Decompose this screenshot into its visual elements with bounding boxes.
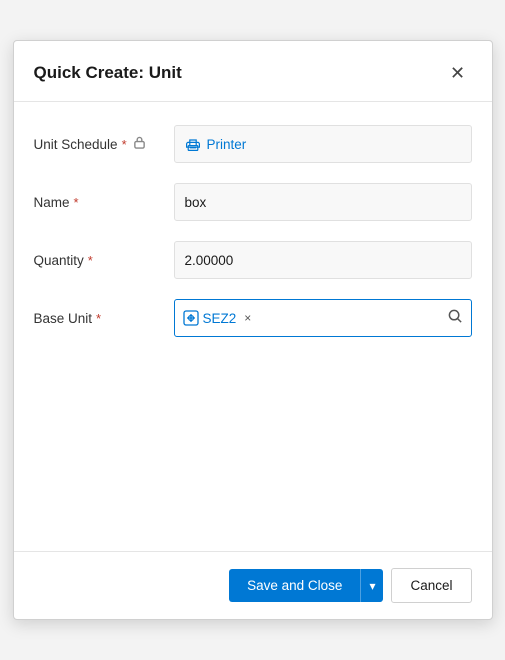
unit-schedule-label: Unit Schedule * <box>34 136 174 152</box>
close-button[interactable]: ✕ <box>444 59 472 87</box>
name-label: Name * <box>34 195 174 210</box>
close-icon: ✕ <box>450 63 465 84</box>
quantity-required: * <box>88 253 93 268</box>
dialog-footer: Save and Close ▾ Cancel <box>14 551 492 619</box>
name-required: * <box>74 195 79 210</box>
quantity-input[interactable] <box>185 253 461 268</box>
cancel-button[interactable]: Cancel <box>391 568 471 603</box>
dialog-body: Unit Schedule * Pri <box>14 102 492 551</box>
base-unit-remove-button[interactable]: × <box>244 311 251 325</box>
quantity-field[interactable] <box>174 241 472 279</box>
dialog-header: Quick Create: Unit ✕ <box>14 41 492 102</box>
save-dropdown-button[interactable]: ▾ <box>360 569 383 602</box>
base-unit-row: Base Unit * SEZ2 × <box>34 296 472 340</box>
unit-schedule-row: Unit Schedule * Pri <box>34 122 472 166</box>
lock-icon <box>133 136 146 152</box>
base-unit-value: SEZ2 <box>203 311 237 326</box>
name-field[interactable] <box>174 183 472 221</box>
quantity-row: Quantity * <box>34 238 472 282</box>
base-unit-label-text: Base Unit <box>34 311 93 326</box>
base-unit-search-icon[interactable] <box>448 309 463 327</box>
unit-schedule-field[interactable]: Printer <box>174 125 472 163</box>
name-row: Name * <box>34 180 472 224</box>
printer-icon <box>185 136 201 152</box>
quantity-label-text: Quantity <box>34 253 84 268</box>
base-unit-field[interactable]: SEZ2 × <box>174 299 472 337</box>
save-and-close-button[interactable]: Save and Close <box>229 569 360 602</box>
unit-icon <box>183 310 199 326</box>
unit-schedule-value[interactable]: Printer <box>185 136 247 152</box>
name-input[interactable] <box>185 195 461 210</box>
unit-schedule-label-text: Unit Schedule <box>34 137 118 152</box>
name-label-text: Name <box>34 195 70 210</box>
base-unit-label: Base Unit * <box>34 311 174 326</box>
base-unit-tag: SEZ2 <box>183 310 237 326</box>
quick-create-dialog: Quick Create: Unit ✕ Unit Schedule * <box>13 40 493 620</box>
chevron-down-icon: ▾ <box>369 579 375 593</box>
dialog-title: Quick Create: Unit <box>34 63 182 83</box>
quantity-label: Quantity * <box>34 253 174 268</box>
base-unit-required: * <box>96 311 101 326</box>
save-button-group: Save and Close ▾ <box>229 569 383 602</box>
unit-schedule-required: * <box>122 137 127 152</box>
printer-link-text: Printer <box>207 137 247 152</box>
